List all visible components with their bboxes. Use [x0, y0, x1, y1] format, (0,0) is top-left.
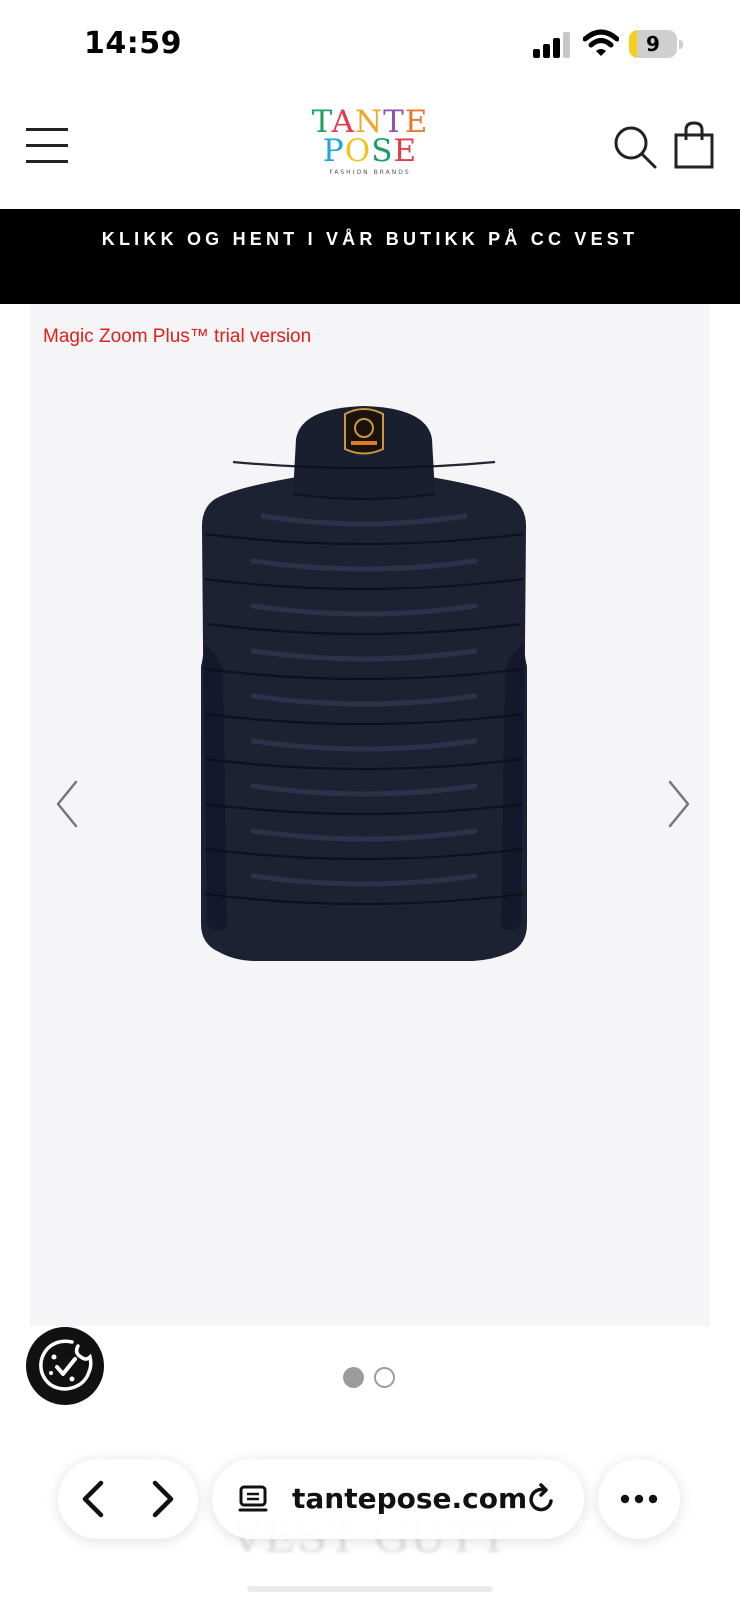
- site-logo[interactable]: TANTE POSE FASHION BRANDS: [300, 107, 440, 180]
- back-arrow-icon[interactable]: [74, 1475, 114, 1523]
- slide-indicator: [343, 1367, 399, 1389]
- logo-letter: P: [322, 133, 345, 169]
- slide-dot-1[interactable]: [343, 1367, 364, 1388]
- logo-letter: S: [371, 133, 394, 169]
- wifi-icon: [583, 29, 619, 56]
- shopping-bag-icon[interactable]: [672, 120, 716, 170]
- status-time: 14:59: [84, 26, 182, 61]
- site-header: TANTE POSE FASHION BRANDS: [0, 90, 740, 210]
- product-image[interactable]: [193, 404, 535, 984]
- announcement-text: KLIKK OG HENT I VÅR BUTIKK PÅ CC VEST: [101, 229, 639, 249]
- battery-indicator: 9: [629, 30, 683, 58]
- page-menu-icon[interactable]: [238, 1485, 268, 1515]
- chevron-left-icon[interactable]: [46, 774, 86, 834]
- more-options-button[interactable]: [598, 1459, 680, 1539]
- browser-nav-group: [58, 1459, 198, 1539]
- cellular-signal-icon: [533, 32, 570, 58]
- more-dots-icon: [620, 1494, 658, 1504]
- product-gallery[interactable]: Magic Zoom Plus™ trial version: [30, 304, 710, 1326]
- search-icon[interactable]: [612, 124, 658, 170]
- status-bar: 14:59 9: [0, 0, 740, 90]
- chevron-right-icon[interactable]: [660, 774, 700, 834]
- cookie-settings-button[interactable]: [26, 1327, 104, 1405]
- logo-letter: E: [393, 133, 418, 169]
- address-bar[interactable]: tantepose.com: [212, 1459, 584, 1539]
- hamburger-menu-icon[interactable]: [26, 128, 70, 164]
- battery-body: 9: [629, 30, 677, 58]
- magic-zoom-trial-notice[interactable]: Magic Zoom Plus™ trial version: [43, 326, 311, 348]
- forward-arrow-icon[interactable]: [142, 1475, 182, 1523]
- reload-icon[interactable]: [524, 1481, 560, 1517]
- home-indicator: [247, 1586, 493, 1592]
- announcement-bar[interactable]: KLIKK OG HENT I VÅR BUTIKK PÅ CC VEST: [0, 209, 740, 304]
- battery-level: 9: [646, 32, 660, 56]
- slide-dot-2[interactable]: [374, 1367, 395, 1388]
- logo-letter: O: [344, 133, 372, 169]
- cookie-icon: [39, 1339, 93, 1391]
- logo-line-2: POSE: [300, 136, 440, 167]
- logo-tagline: FASHION BRANDS: [329, 169, 411, 176]
- url-text[interactable]: tantepose.com: [292, 1482, 527, 1515]
- battery-nub: [679, 40, 683, 49]
